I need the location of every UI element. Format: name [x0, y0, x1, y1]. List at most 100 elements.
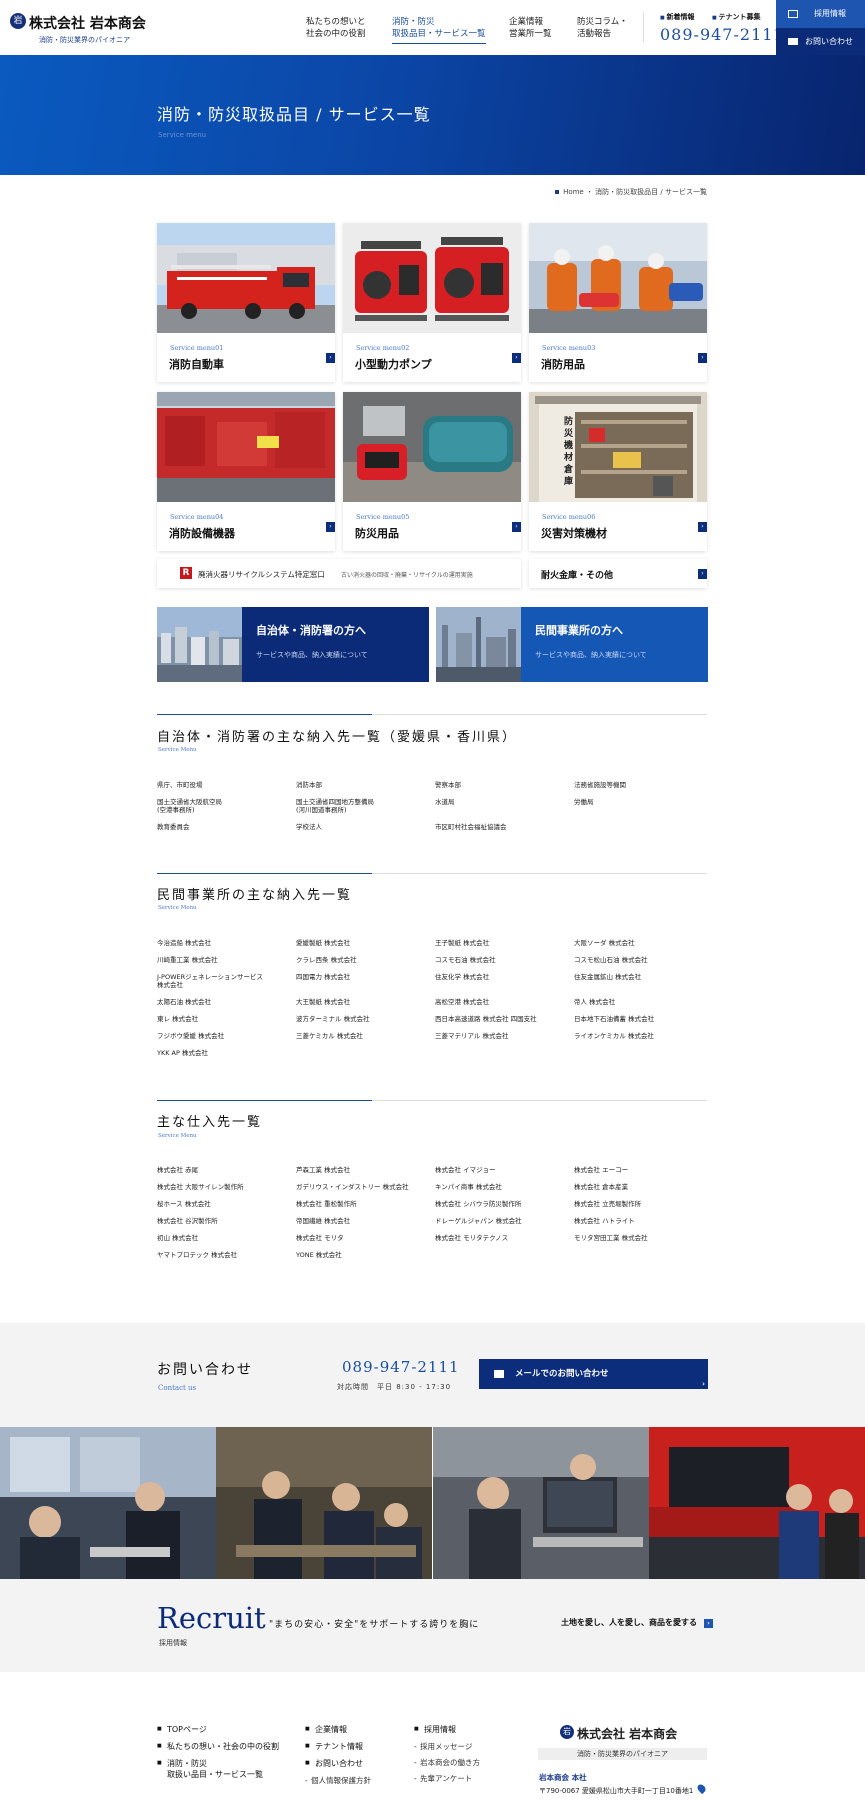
list-item: 芦森工業 株式会社 [296, 1166, 351, 1174]
list-item: 国土交通省大阪航空局 (空港事務所) [157, 798, 222, 814]
service-card-pump[interactable]: Service menu02 小型動力ポンプ › [343, 223, 521, 382]
header-divider [643, 12, 644, 42]
list-item: 株式会社 シバウラ防災製作所 [435, 1200, 522, 1208]
recruit-band[interactable]: Recruit 採用情報 "まちの安心・安全"をサポートする誇りを胸に 土地を愛… [0, 1579, 865, 1672]
list-item: 東レ 株式会社 [157, 1015, 199, 1023]
list-item: 西日本高速道路 株式会社 四国支社 [435, 1015, 537, 1023]
footer-link-top[interactable]: TOPページ [157, 1724, 279, 1735]
card-title: 小型動力ポンプ [355, 358, 432, 371]
breadcrumb[interactable]: Home ・ 消防・防災取扱品目 / サービス一覧 [555, 187, 707, 197]
list-item: ライオンケミカル 株式会社 [574, 1032, 654, 1040]
footer-link-company[interactable]: 企業情報 [305, 1724, 371, 1735]
list-item: 初山 株式会社 [157, 1234, 199, 1242]
footer-link-recruit[interactable]: 採用情報 [414, 1724, 480, 1735]
footer-link-survey[interactable]: 先輩アンケート [414, 1773, 480, 1784]
list-item: 桜ホース 株式会社 [157, 1200, 211, 1208]
mail-icon [494, 1370, 504, 1378]
contact-hours: 対応時間 平日 8:30 - 17:30 [337, 1383, 452, 1391]
list-item: 教育委員会 [157, 823, 190, 831]
list-item [574, 823, 713, 831]
contact-band: お問い合わせ Contact us 089-947-2111 対応時間 平日 8… [0, 1323, 865, 1427]
breadcrumb-square-icon [555, 190, 560, 194]
footer-link-workstyle[interactable]: 岩本商会の働き方 [414, 1757, 480, 1768]
list-item: 日本地下石油備蓄 株式会社 [574, 1015, 655, 1023]
chevron-right-icon: › [698, 353, 707, 363]
card-number: Service menu03 [542, 344, 596, 352]
logo-mark-icon: 岩 [560, 1725, 574, 1739]
list-item: 帝人 株式会社 [574, 998, 616, 1006]
contact-title: お問い合わせ [157, 1362, 253, 1378]
chevron-right-icon: › [326, 522, 335, 532]
list-item: 株式会社 谷沢製作所 [157, 1217, 218, 1225]
header-side-buttons: 採用情報 お問い合わせ [776, 0, 865, 55]
card-title: 消防自動車 [169, 358, 224, 371]
municipal-list: 県庁、市町役場 消防本部 警察本部 法務省施設等機関 国土交通省大阪航空局 (空港事務所… [157, 781, 717, 840]
tenant-link[interactable]: テナント募集 [712, 12, 760, 22]
section-divider [157, 1100, 707, 1101]
list-item: 王子製紙 株式会社 [435, 939, 490, 947]
site-header: 岩 株式会社 岩本商会 消防・防災業界のパイオニア 私たちの想いと 社会の中の役… [0, 0, 865, 55]
contact-sub: Contact us [158, 1384, 197, 1392]
footer-tagline: 消防・防災業界のパイオニア [538, 1748, 707, 1760]
service-card-equipment[interactable]: Service menu04 消防設備機器 › [157, 392, 335, 551]
footer-link-thoughts[interactable]: 私たちの想い・社会の中の役割 [157, 1741, 279, 1752]
recycle-bar[interactable]: R 廃消火器リサイクルシステム特定窓口 古い消火器の回収・廃棄・リサイクルの運用… [157, 559, 521, 588]
footer-address: 〒790-0067 愛媛県松山市大手町一丁目10番地1 [539, 1787, 694, 1795]
card-number: Service menu01 [170, 344, 224, 352]
section-sub: Service Menu [158, 747, 197, 753]
company-name: 株式会社 岩本商会 [29, 16, 146, 32]
footer-link-contact[interactable]: お問い合わせ [305, 1758, 371, 1769]
staff-photo [0, 1427, 216, 1579]
nav-column[interactable]: 防災コラム・ 活動報告 [577, 16, 628, 40]
list-item: 高松空港 株式会社 [435, 998, 490, 1006]
news-link[interactable]: 新着情報 [660, 12, 694, 22]
nav-our-thoughts[interactable]: 私たちの想いと 社会の中の役割 [306, 16, 366, 40]
footer-link-services[interactable]: 消防・防災 取扱い品目・サービス一覧 [157, 1758, 279, 1780]
cta-municipal[interactable]: 自治体・消防署の方へ サービスや商品、納入実績について [157, 607, 429, 682]
footer-link-tenant[interactable]: テナント情報 [305, 1741, 371, 1752]
footer-link-privacy[interactable]: 個人情報保護方針 [305, 1775, 371, 1786]
page-title: 消防・防災取扱品目 / サービス一覧 [157, 105, 431, 124]
contact-phone[interactable]: 089-947-2111 [342, 1358, 460, 1376]
list-item: 株式会社 立売堀製作所 [574, 1200, 642, 1208]
service-card-fire-truck[interactable]: Service menu01 消防自動車 › [157, 223, 335, 382]
card-number: Service menu04 [170, 513, 224, 521]
list-item [435, 1049, 574, 1057]
service-card-fire-supplies[interactable]: Service menu03 消防用品 › [529, 223, 707, 382]
list-item: 株式会社 モリタ [296, 1234, 344, 1242]
safe-bar[interactable]: 耐火金庫・その他 › [529, 559, 707, 588]
recycle-logo: R [180, 567, 192, 579]
list-item: ヤマトプロテック 株式会社 [157, 1251, 238, 1259]
recycle-desc: 古い消火器の回収・廃棄・リサイクルの運用実施 [341, 572, 473, 579]
service-card-disaster-equipment[interactable]: 防災機材倉庫 Service menu06 災害対策機材 › [529, 392, 707, 551]
mail-contact-button[interactable]: メールでのお問い合わせ › [479, 1359, 708, 1389]
list-item: ガデリウス・インダストリー 株式会社 [296, 1183, 409, 1191]
map-pin-icon[interactable] [695, 1782, 708, 1795]
list-item: 株式会社 ハトライト [574, 1217, 635, 1225]
list-item: 株式会社 重松製作所 [296, 1200, 357, 1208]
nav-service-list[interactable]: 消防・防災 取扱品目・サービス一覧 [392, 16, 486, 44]
footer-link-message[interactable]: 採用メッセージ [414, 1741, 480, 1752]
disaster-goods-photo [343, 392, 521, 502]
list-item: 警察本部 [435, 781, 461, 789]
list-item [574, 1251, 713, 1259]
list-item [574, 1049, 713, 1057]
list-item: コスモ石油 株式会社 [435, 956, 496, 964]
header-phone[interactable]: 089-947-2111 [660, 25, 785, 44]
recruit-sub: 採用情報 [159, 1639, 187, 1647]
section-title-private: 民間事業所の主な納入先一覧 [157, 888, 353, 903]
list-item: 大王製紙 株式会社 [296, 998, 351, 1006]
recruit-link-label: 土地を愛し、人を愛し、商品を愛する [561, 1618, 697, 1627]
service-card-disaster-goods[interactable]: Service menu05 防災用品 › [343, 392, 521, 551]
cta-private[interactable]: 民間事業所の方へ サービスや商品、納入実績について [436, 607, 708, 682]
list-item: 株式会社 モリタテクノス [435, 1234, 509, 1242]
list-item: 四国電力 株式会社 [296, 973, 351, 981]
recruit-link[interactable]: 土地を愛し、人を愛し、商品を愛する › [561, 1617, 713, 1628]
recruit-title: Recruit [157, 1601, 266, 1635]
nav-company-info[interactable]: 企業情報 営業所一覧 [509, 16, 552, 40]
section-divider [157, 714, 707, 715]
card-title: 消防用品 [541, 358, 585, 371]
list-item: 愛媛製紙 株式会社 [296, 939, 351, 947]
chevron-right-icon: › [512, 353, 521, 363]
list-item: ドレーゲルジャパン 株式会社 [435, 1217, 522, 1225]
